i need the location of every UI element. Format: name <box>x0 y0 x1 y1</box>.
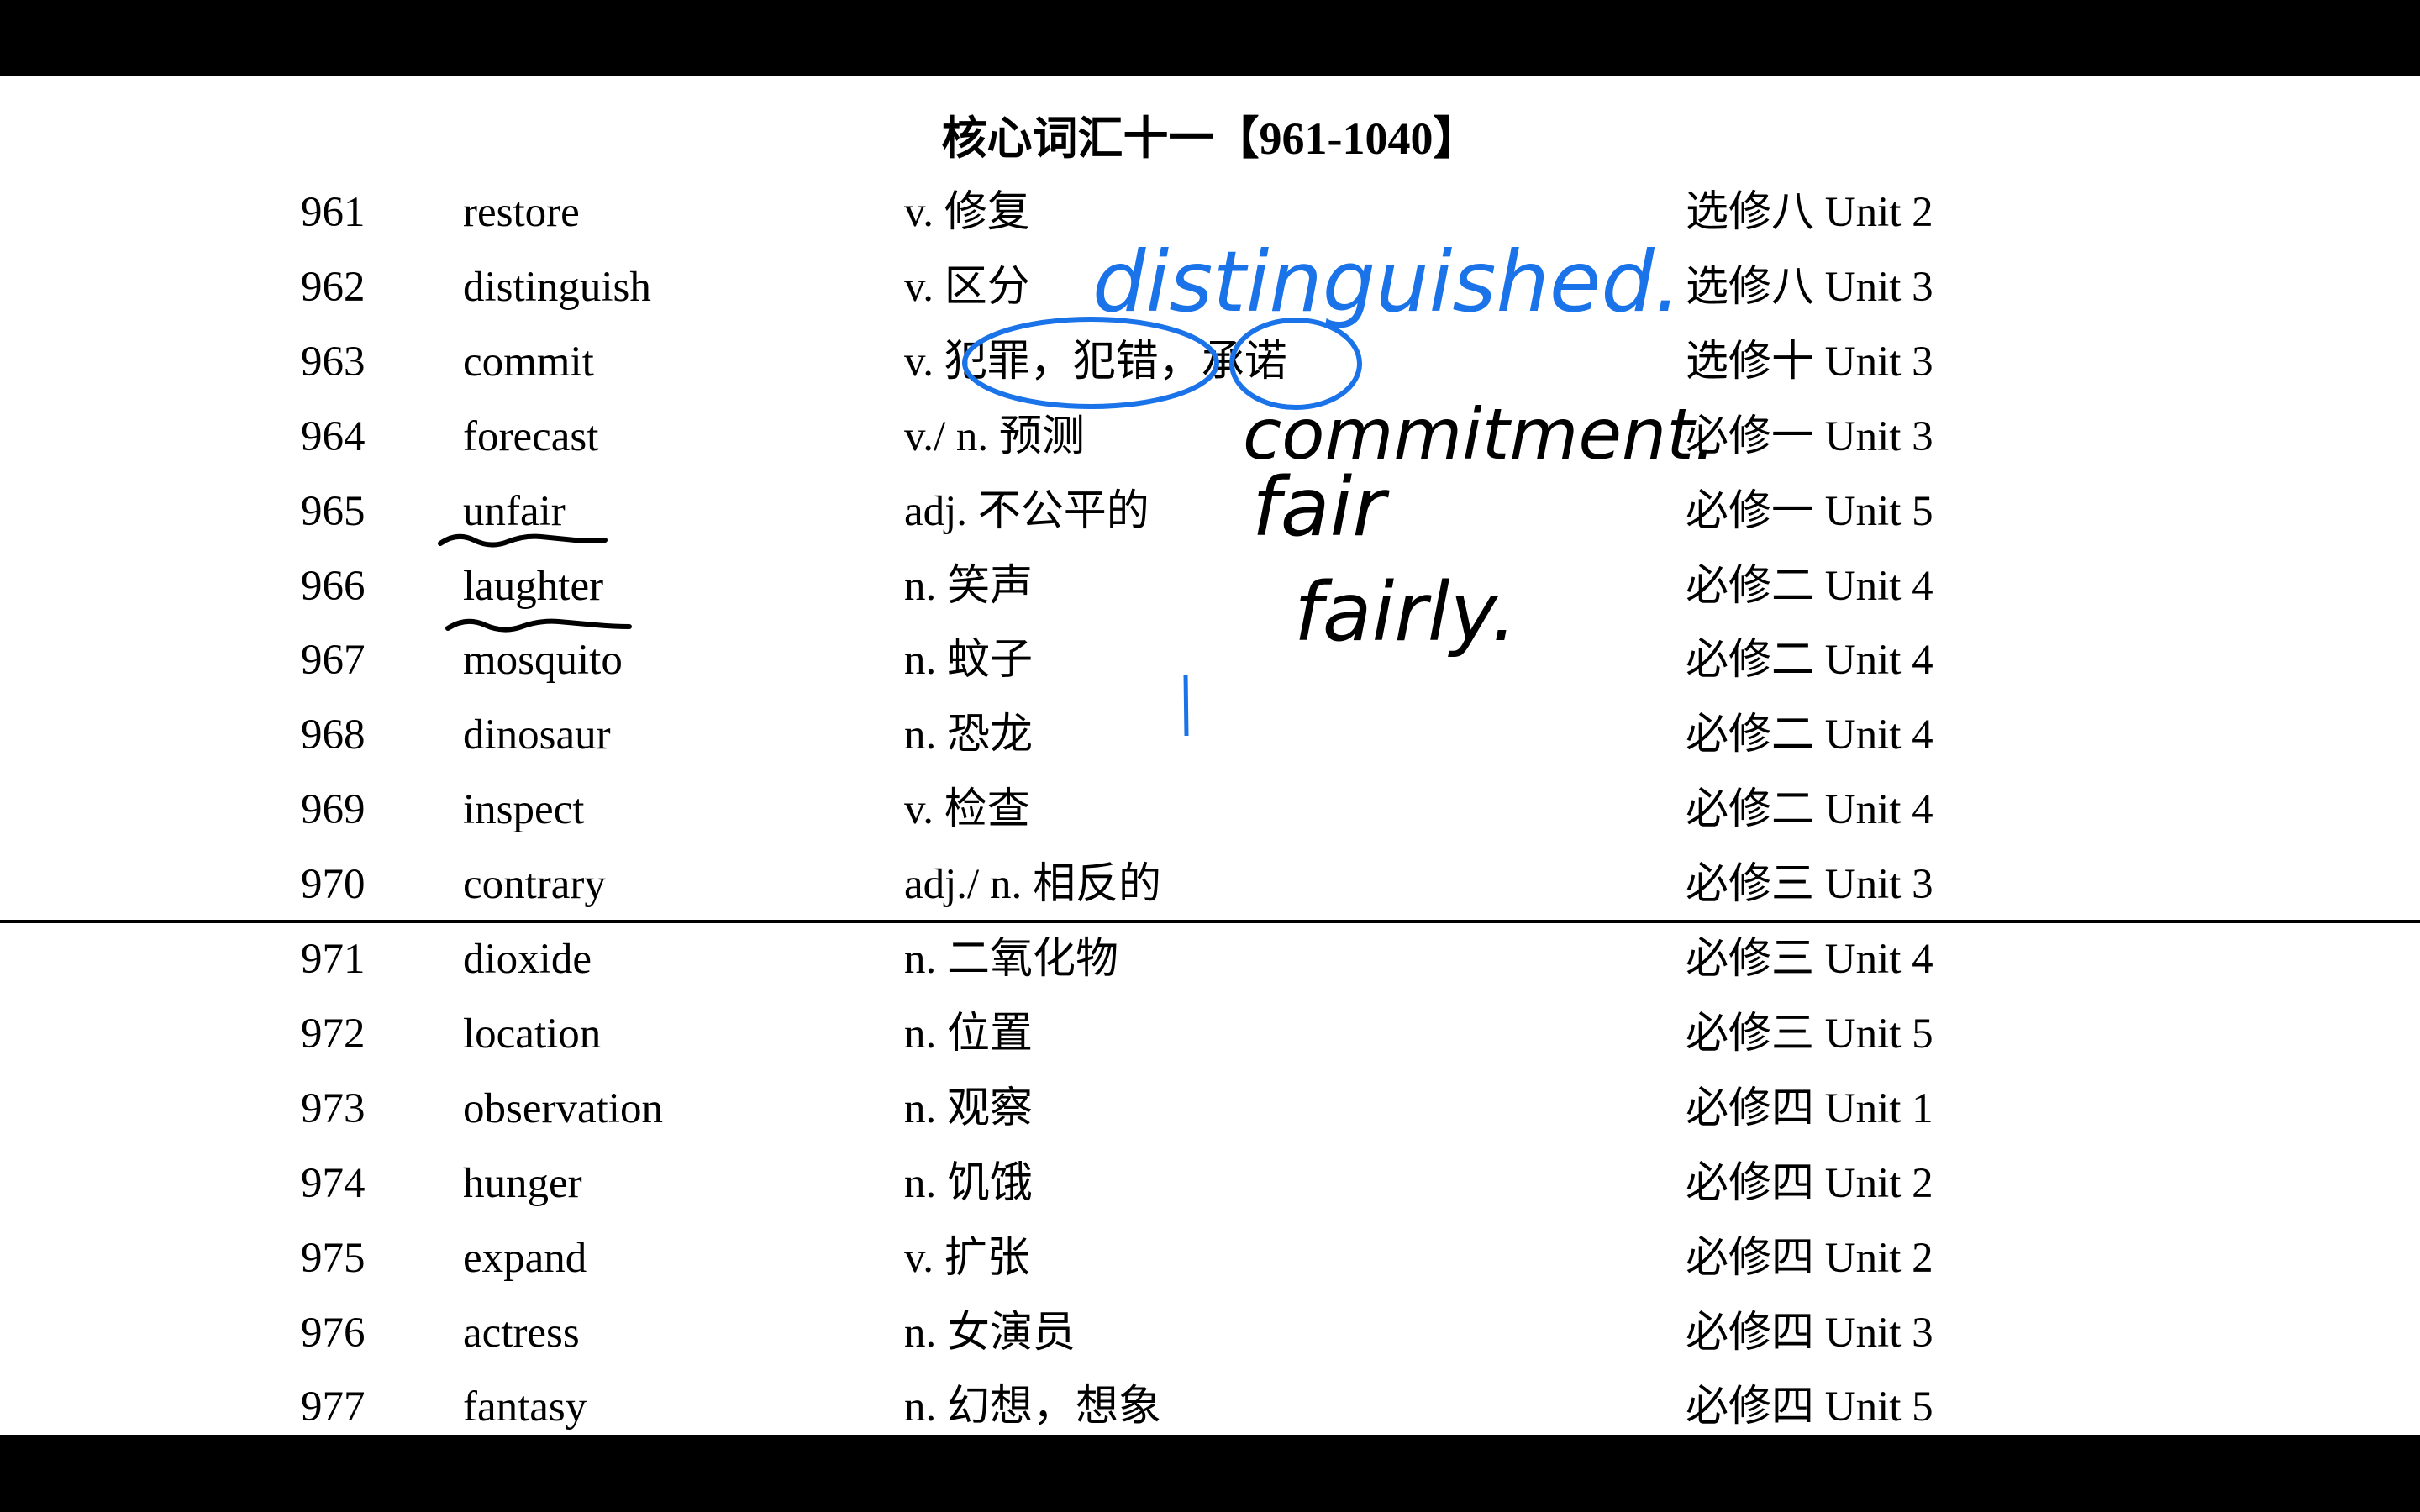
word-english: forecast <box>463 412 599 460</box>
word-number: 970 <box>301 861 366 909</box>
table-row: 963 commit v. 犯罪，犯错，承诺 选修十 Unit 3 <box>0 325 2420 400</box>
word-definition: v. 修复 <box>904 189 1030 236</box>
page-title: 核心词汇十一【961-1040】 <box>941 113 1479 164</box>
word-definition: n. 位置 <box>904 1010 1034 1058</box>
word-english: restore <box>463 189 580 236</box>
word-english: commit <box>463 338 594 386</box>
word-number: 974 <box>301 1159 366 1207</box>
word-number: 971 <box>301 936 366 983</box>
table-row: 971 dioxide n. 二氧化物 必修三 Unit 4 <box>0 922 2420 997</box>
word-unit: 必修二 Unit 4 <box>1686 711 1933 759</box>
word-unit: 必修二 Unit 4 <box>1686 786 1933 834</box>
word-english: observation <box>463 1084 663 1132</box>
table-row: 974 hunger n. 饥饿 必修四 Unit 2 <box>0 1147 2420 1221</box>
word-english: dioxide <box>463 936 592 983</box>
word-number: 963 <box>301 338 366 386</box>
word-definition: adj./ n. 相反的 <box>904 861 1161 909</box>
table-row: 972 location n. 位置 必修三 Unit 5 <box>0 997 2420 1072</box>
word-unit: 必修二 Unit 4 <box>1686 637 1933 685</box>
table-row: 962 distinguish v. 区分 选修八 Unit 3 <box>0 250 2420 325</box>
word-number: 964 <box>301 412 366 460</box>
word-english: unfair <box>463 487 566 535</box>
table-row: 964 forecast v./ n. 预测 必修一 Unit 3 <box>0 400 2420 475</box>
table-divider <box>0 920 2420 923</box>
table-row: 965 unfair adj. 不公平的 必修一 Unit 5 <box>0 475 2420 549</box>
word-unit: 必修一 Unit 3 <box>1686 412 1933 460</box>
word-number: 972 <box>301 1010 366 1058</box>
table-row: 968 dinosaur n. 恐龙 必修二 Unit 4 <box>0 698 2420 773</box>
word-definition: n. 女演员 <box>904 1309 1076 1357</box>
word-english: contrary <box>463 861 606 909</box>
word-unit: 必修四 Unit 3 <box>1686 1309 1933 1357</box>
word-number: 969 <box>301 786 366 834</box>
table-row: 966 laughter n. 笑声 必修二 Unit 4 <box>0 549 2420 624</box>
table-row: 976 actress n. 女演员 必修四 Unit 3 <box>0 1296 2420 1371</box>
word-definition: n. 二氧化物 <box>904 936 1119 983</box>
word-definition: v. 检查 <box>904 786 1030 834</box>
word-definition: n. 笑声 <box>904 562 1034 610</box>
word-number: 966 <box>301 562 366 610</box>
word-unit: 必修四 Unit 2 <box>1686 1159 1933 1207</box>
word-english: distinguish <box>463 263 651 311</box>
word-unit: 必修三 Unit 4 <box>1686 936 1933 983</box>
word-unit: 必修四 Unit 5 <box>1686 1383 1933 1431</box>
word-definition: n. 饥饿 <box>904 1159 1034 1207</box>
word-unit: 必修二 Unit 4 <box>1686 562 1933 610</box>
word-unit: 选修八 Unit 2 <box>1686 189 1933 236</box>
word-unit: 必修三 Unit 3 <box>1686 861 1933 909</box>
table-row: 973 observation n. 观察 必修四 Unit 1 <box>0 1072 2420 1147</box>
table-row: 970 contrary adj./ n. 相反的 必修三 Unit 3 <box>0 848 2420 922</box>
word-english: expand <box>463 1234 587 1282</box>
word-number: 965 <box>301 487 366 535</box>
word-number: 962 <box>301 263 366 311</box>
word-number: 967 <box>301 637 366 685</box>
word-number: 961 <box>301 189 366 236</box>
word-definition: n. 恐龙 <box>904 711 1034 759</box>
table-row: 961 restore v. 修复 选修八 Unit 2 <box>0 176 2420 250</box>
word-definition: adj. 不公平的 <box>904 487 1150 535</box>
word-unit: 必修三 Unit 5 <box>1686 1010 1933 1058</box>
word-definition: n. 蚊子 <box>904 637 1034 685</box>
table-row: 969 inspect v. 检查 必修二 Unit 4 <box>0 773 2420 848</box>
word-definition: v. 扩张 <box>904 1234 1030 1282</box>
word-english: mosquito <box>463 637 623 685</box>
word-definition: v. 犯罪，犯错，承诺 <box>904 338 1287 386</box>
word-unit: 选修八 Unit 3 <box>1686 263 1933 311</box>
word-english: fantasy <box>463 1383 587 1431</box>
word-english: location <box>463 1010 602 1058</box>
word-definition: n. 幻想，想象 <box>904 1383 1162 1431</box>
word-unit: 必修一 Unit 5 <box>1686 487 1933 535</box>
word-number: 977 <box>301 1383 366 1431</box>
word-definition: v./ n. 预测 <box>904 412 1085 460</box>
word-unit: 必修四 Unit 2 <box>1686 1234 1933 1282</box>
word-number: 973 <box>301 1084 366 1132</box>
word-number: 976 <box>301 1309 366 1357</box>
word-english: laughter <box>463 562 604 610</box>
table-row: 967 mosquito n. 蚊子 必修二 Unit 4 <box>0 623 2420 698</box>
word-english: hunger <box>463 1159 582 1207</box>
document-page: 核心词汇十一【961-1040】 961 restore v. 修复 选修八 Unit… <box>0 76 2420 1435</box>
word-unit: 选修十 Unit 3 <box>1686 338 1933 386</box>
word-number: 968 <box>301 711 366 759</box>
word-number: 975 <box>301 1234 366 1282</box>
word-unit: 必修四 Unit 1 <box>1686 1084 1933 1132</box>
table-row: 977 fantasy n. 幻想，想象 必修四 Unit 5 <box>0 1370 2420 1435</box>
word-english: actress <box>463 1309 580 1357</box>
word-definition: v. 区分 <box>904 263 1030 311</box>
word-english: inspect <box>463 786 585 834</box>
word-definition: n. 观察 <box>904 1084 1034 1132</box>
table-row: 975 expand v. 扩张 必修四 Unit 2 <box>0 1221 2420 1296</box>
word-english: dinosaur <box>463 711 611 759</box>
